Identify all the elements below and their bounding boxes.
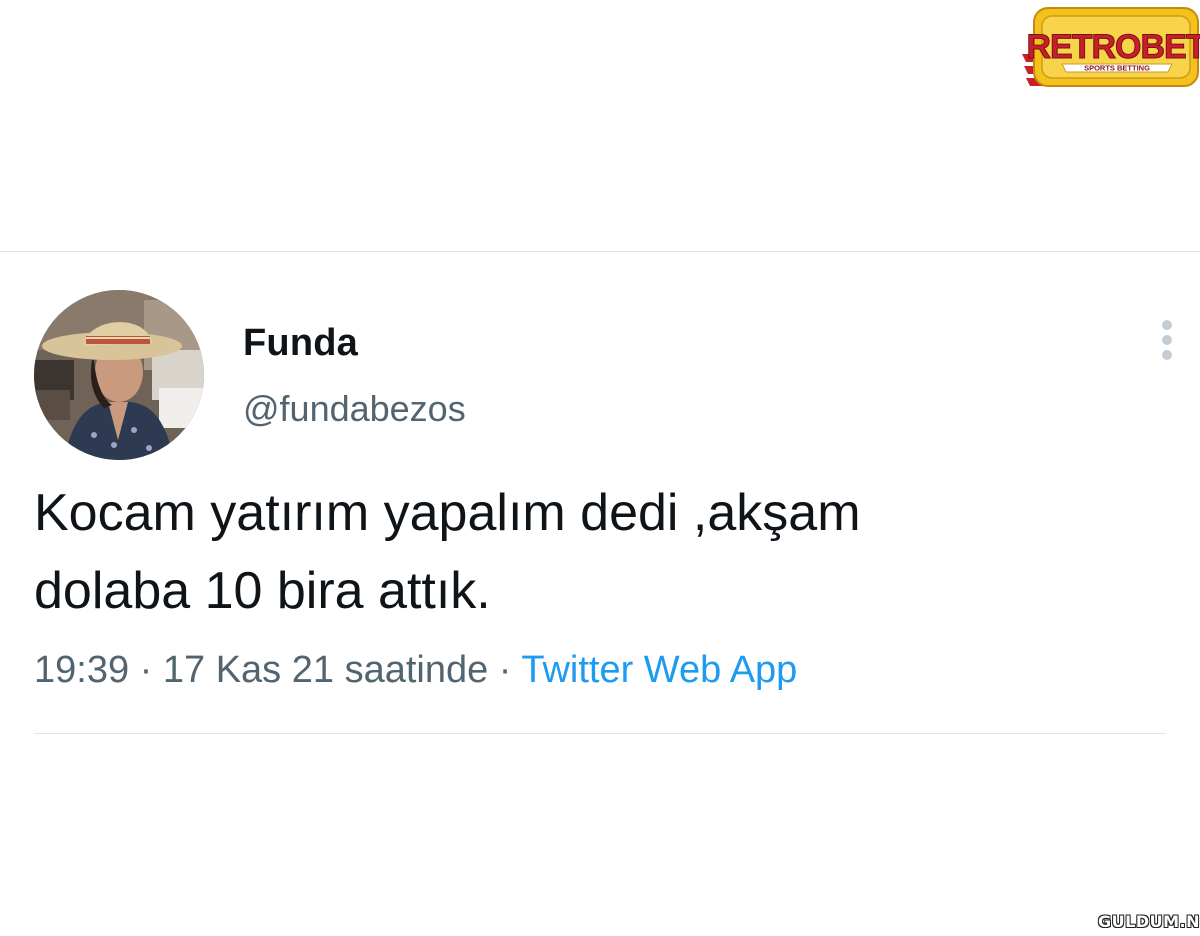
retrobet-logo: RETROBET SPORTS BETTING [1022,2,1200,88]
meta-separator: · [139,649,153,691]
site-watermark: GULDUM.NET [1098,912,1200,932]
tweet-source-link[interactable]: Twitter Web App [521,649,797,691]
top-divider [0,251,1200,252]
tweet-text-line: Kocam yatırım yapalım dedi ,akşam [34,484,861,542]
meta-separator: · [498,649,512,691]
tweet-meta: 19:39 · 17 Kas 21 saatinde · Twitter Web… [34,645,797,695]
tweet-date[interactable]: 17 Kas 21 saatinde [163,649,488,691]
bottom-divider [34,733,1166,734]
svg-text:RETROBET: RETROBET [1027,28,1200,66]
svg-text:SPORTS BETTING: SPORTS BETTING [1084,64,1150,73]
more-dot [1162,350,1172,360]
more-dot [1162,335,1172,345]
author-avatar[interactable] [34,290,204,460]
more-dot [1162,320,1172,330]
more-vertical-icon[interactable] [1152,316,1182,366]
tweet-text-line: dolaba 10 bira attık. [34,562,491,620]
author-handle[interactable]: @fundabezos [243,386,466,432]
tweet-time[interactable]: 19:39 [34,649,129,691]
author-display-name[interactable]: Funda [243,320,358,366]
tweet-text: Kocam yatırım yapalım dedi ,akşam dolaba… [34,474,1154,630]
